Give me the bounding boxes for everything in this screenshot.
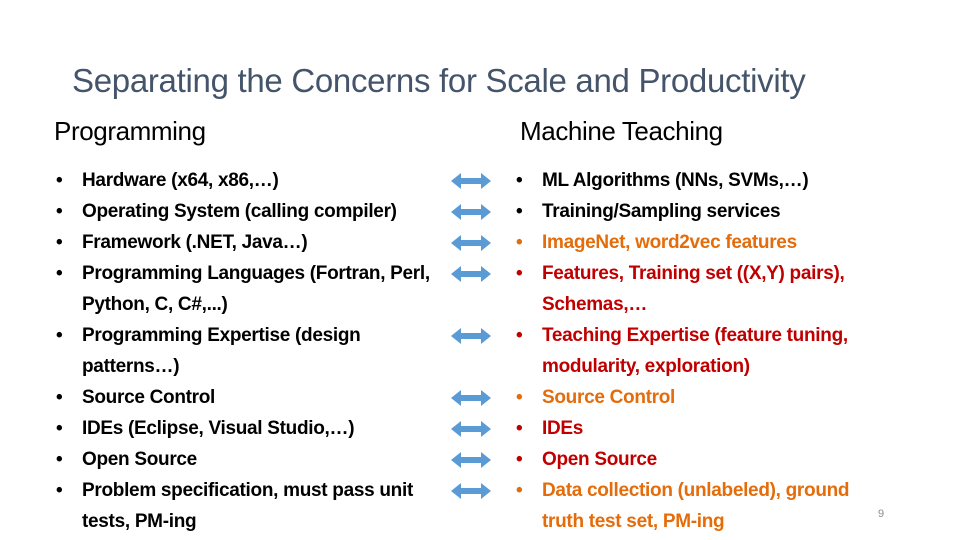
double-arrow-icon xyxy=(450,233,492,253)
list-item: • Programming Expertise (design patterns…… xyxy=(54,320,444,382)
list-item: • Training/Sampling services xyxy=(514,196,894,227)
bullet-icon: • xyxy=(516,325,523,346)
machine-teaching-list: • ML Algorithms (NNs, SVMs,…) • Training/S… xyxy=(514,165,894,537)
double-arrow-icon xyxy=(450,171,492,191)
bullet-icon: • xyxy=(516,449,523,470)
double-arrow-icon xyxy=(450,419,492,439)
bullet-icon: • xyxy=(56,480,63,501)
double-arrow-icon xyxy=(450,264,492,284)
machine-teaching-heading: Machine Teaching xyxy=(520,116,723,146)
list-item: • Features, Training set ((X,Y) pairs), S… xyxy=(514,258,894,320)
bullet-icon: • xyxy=(516,170,523,191)
bullet-icon: • xyxy=(516,418,523,439)
list-item: • ML Algorithms (NNs, SVMs,…) xyxy=(514,165,894,196)
list-item: • Data collection (unlabeled), ground tru… xyxy=(514,475,894,537)
bullet-icon: • xyxy=(56,232,63,253)
list-item: • IDEs xyxy=(514,413,894,444)
list-item: • Open Source xyxy=(514,444,894,475)
bullet-icon: • xyxy=(516,201,523,222)
list-item: • Operating System (calling compiler) xyxy=(54,196,444,227)
list-item: • IDEs (Eclipse, Visual Studio,…) xyxy=(54,413,444,444)
page-number: 9 xyxy=(878,508,885,520)
programming-heading: Programming xyxy=(54,116,206,146)
bullet-icon: • xyxy=(56,263,63,284)
list-item: • Programming Languages (Fortran, Perl, P… xyxy=(54,258,444,320)
list-item: • ImageNet, word2vec features xyxy=(514,227,894,258)
list-item: • Framework (.NET, Java…) xyxy=(54,227,444,258)
list-item: • Source Control xyxy=(54,382,444,413)
double-arrow-icon xyxy=(450,450,492,470)
bullet-icon: • xyxy=(56,170,63,191)
double-arrow-icon xyxy=(450,388,492,408)
list-item: • Hardware (x64, x86,…) xyxy=(54,165,444,196)
bullet-icon: • xyxy=(56,418,63,439)
double-arrow-icon xyxy=(450,202,492,222)
bullet-icon: • xyxy=(516,480,523,501)
double-arrow-icon xyxy=(450,326,492,346)
bullet-icon: • xyxy=(56,387,63,408)
list-item: • Open Source xyxy=(54,444,444,475)
list-item: • Teaching Expertise (feature tuning, mod… xyxy=(514,320,894,382)
double-arrow-icon xyxy=(450,481,492,501)
list-item: • Source Control xyxy=(514,382,894,413)
bullet-icon: • xyxy=(516,263,523,284)
programming-list: • Hardware (x64, x86,…) • Operating System… xyxy=(54,165,444,537)
slide-title: Separating the Concerns for Scale and Pr… xyxy=(72,62,806,99)
bullet-icon: • xyxy=(56,449,63,470)
bullet-icon: • xyxy=(56,325,63,346)
bullet-icon: • xyxy=(516,232,523,253)
list-item: • Problem specification, must pass unit t… xyxy=(54,475,444,537)
bullet-icon: • xyxy=(56,201,63,222)
bullet-icon: • xyxy=(516,387,523,408)
